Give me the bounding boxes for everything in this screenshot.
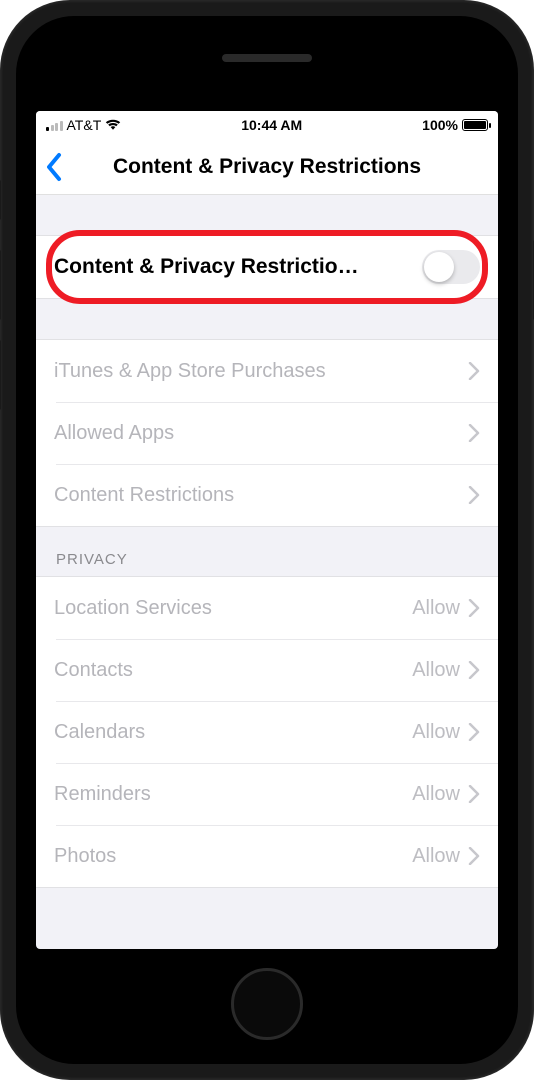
settings-group-1: iTunes & App Store Purchases Allowed App… [36, 339, 498, 527]
volume-down [0, 340, 1, 410]
chevron-right-icon [468, 847, 480, 865]
toggle-label: Content & Privacy Restrictio… [54, 255, 422, 279]
mute-switch [0, 180, 1, 220]
cell-label: iTunes & App Store Purchases [54, 360, 468, 383]
chevron-right-icon [468, 785, 480, 803]
cell-label: Reminders [54, 783, 412, 806]
status-left: AT&T [46, 117, 121, 133]
allowed-apps-row[interactable]: Allowed Apps [36, 402, 498, 464]
battery-icon [462, 119, 488, 131]
itunes-purchases-row[interactable]: iTunes & App Store Purchases [36, 340, 498, 402]
battery-percent: 100% [422, 117, 458, 133]
content-scroll[interactable]: Content & Privacy Restrictio… iTunes & A… [36, 195, 498, 949]
back-button[interactable] [44, 152, 66, 182]
cell-label: Location Services [54, 597, 412, 620]
carrier-label: AT&T [67, 117, 102, 133]
status-right: 100% [422, 117, 488, 133]
cell-value: Allow [412, 783, 460, 806]
wifi-icon [105, 119, 121, 131]
chevron-right-icon [468, 723, 480, 741]
phone-bezel: AT&T 10:44 AM 100% Content & Privacy Res… [16, 16, 518, 1064]
status-bar: AT&T 10:44 AM 100% [36, 111, 498, 139]
cellular-signal-icon [46, 119, 63, 131]
status-time: 10:44 AM [241, 117, 302, 133]
reminders-row[interactable]: Reminders Allow [36, 763, 498, 825]
cell-label: Allowed Apps [54, 422, 468, 445]
page-title: Content & Privacy Restrictions [36, 155, 498, 179]
privacy-group: Location Services Allow Contacts Allow C… [36, 576, 498, 888]
photos-row[interactable]: Photos Allow [36, 825, 498, 887]
privacy-section-header: PRIVACY [36, 527, 498, 576]
cell-value: Allow [412, 597, 460, 620]
chevron-right-icon [468, 661, 480, 679]
cell-value: Allow [412, 659, 460, 682]
home-button[interactable] [231, 968, 303, 1040]
phone-frame: AT&T 10:44 AM 100% Content & Privacy Res… [0, 0, 534, 1080]
earpiece-speaker [222, 54, 312, 62]
volume-up [0, 250, 1, 320]
chevron-right-icon [468, 362, 480, 380]
nav-bar: Content & Privacy Restrictions [36, 139, 498, 195]
cell-label: Calendars [54, 721, 412, 744]
chevron-right-icon [468, 599, 480, 617]
chevron-right-icon [468, 486, 480, 504]
content-privacy-toggle-row[interactable]: Content & Privacy Restrictio… [36, 236, 498, 298]
cell-label: Photos [54, 845, 412, 868]
cell-value: Allow [412, 845, 460, 868]
calendars-row[interactable]: Calendars Allow [36, 701, 498, 763]
screen: AT&T 10:44 AM 100% Content & Privacy Res… [36, 111, 498, 949]
cell-label: Content Restrictions [54, 484, 468, 507]
chevron-right-icon [468, 424, 480, 442]
cell-label: Contacts [54, 659, 412, 682]
cell-value: Allow [412, 721, 460, 744]
contacts-row[interactable]: Contacts Allow [36, 639, 498, 701]
toggle-group: Content & Privacy Restrictio… [36, 235, 498, 299]
content-restrictions-row[interactable]: Content Restrictions [36, 464, 498, 526]
location-services-row[interactable]: Location Services Allow [36, 577, 498, 639]
content-privacy-toggle[interactable] [422, 250, 480, 284]
